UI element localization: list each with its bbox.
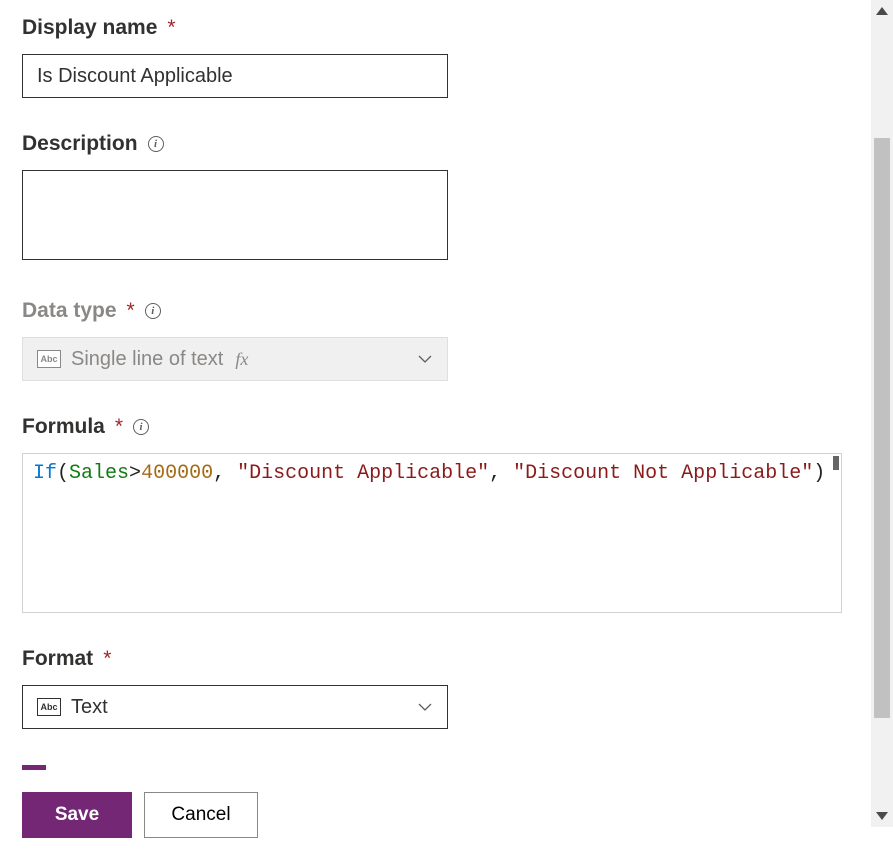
required-asterisk: * xyxy=(115,415,123,439)
required-asterisk: * xyxy=(103,647,111,671)
formula-label-text: Formula xyxy=(22,415,105,439)
data-type-label: Data type * i xyxy=(22,299,838,323)
required-asterisk: * xyxy=(127,299,135,323)
description-label-text: Description xyxy=(22,132,138,156)
data-type-select: Abc Single line of text fx xyxy=(22,337,448,381)
formula-token: ( xyxy=(57,462,69,485)
info-icon[interactable]: i xyxy=(145,303,161,319)
display-name-label-text: Display name xyxy=(22,16,157,40)
formula-token: , xyxy=(489,462,513,485)
formula-token: , xyxy=(213,462,237,485)
scroll-down-button[interactable] xyxy=(871,805,893,827)
info-icon[interactable]: i xyxy=(148,136,164,152)
triangle-down-icon xyxy=(876,812,888,820)
abc-icon: Abc xyxy=(37,698,61,716)
cancel-button[interactable]: Cancel xyxy=(144,792,258,838)
info-icon[interactable]: i xyxy=(133,419,149,435)
scroll-up-button[interactable] xyxy=(871,0,893,22)
data-type-label-text: Data type xyxy=(22,299,117,323)
abc-icon: Abc xyxy=(37,350,61,368)
formula-token-field: Sales xyxy=(69,462,129,485)
formula-token: > xyxy=(129,462,141,485)
data-type-value: Single line of text xyxy=(71,348,223,371)
formula-token-fn: If xyxy=(33,462,57,485)
display-name-input[interactable] xyxy=(22,54,448,98)
chevron-down-icon xyxy=(417,351,433,367)
formula-token-num: 400000 xyxy=(141,462,213,485)
formula-token-str: "Discount Applicable" xyxy=(237,462,489,485)
description-input[interactable] xyxy=(22,170,448,260)
description-label: Description i xyxy=(22,132,838,156)
editor-scroll-indicator xyxy=(833,456,839,470)
format-label-text: Format xyxy=(22,647,93,671)
scrollbar-thumb[interactable] xyxy=(874,138,890,718)
format-value: Text xyxy=(71,696,108,719)
vertical-scrollbar[interactable] xyxy=(871,0,893,827)
scrollbar-track[interactable] xyxy=(871,22,893,805)
required-asterisk: * xyxy=(167,16,175,40)
format-label: Format * xyxy=(22,647,838,671)
display-name-label: Display name * xyxy=(22,16,838,40)
formula-token: ) xyxy=(813,462,825,485)
data-type-group: Data type * i Abc Single line of text fx xyxy=(22,299,838,381)
formula-token-str: "Discount Not Applicable" xyxy=(513,462,813,485)
formula-group: Formula * i If(Sales>400000, "Discount A… xyxy=(22,415,838,613)
format-group: Format * Abc Text xyxy=(22,647,838,729)
format-select[interactable]: Abc Text xyxy=(22,685,448,729)
display-name-group: Display name * xyxy=(22,16,838,98)
description-group: Description i xyxy=(22,132,838,265)
chevron-down-icon xyxy=(417,699,433,715)
button-row: Save Cancel xyxy=(22,792,838,838)
advanced-section-indicator xyxy=(22,765,46,770)
triangle-up-icon xyxy=(876,7,888,15)
save-button[interactable]: Save xyxy=(22,792,132,838)
formula-label: Formula * i xyxy=(22,415,838,439)
fx-icon: fx xyxy=(235,349,248,370)
formula-editor[interactable]: If(Sales>400000, "Discount Applicable", … xyxy=(22,453,842,613)
